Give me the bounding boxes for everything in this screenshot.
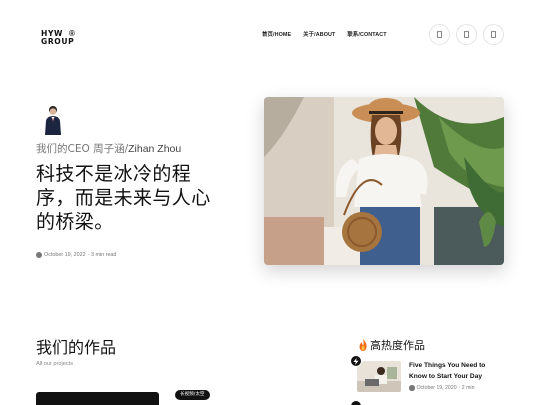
hero-image[interactable] — [264, 97, 504, 265]
lightning-badge-2 — [350, 400, 362, 405]
nav-contact[interactable]: 联系/CONTACT — [347, 30, 386, 38]
brand-logo[interactable]: HYW ® GROUP — [41, 29, 81, 46]
logo-text-line2: GROUP — [41, 37, 75, 46]
social-icon-3 — [491, 31, 496, 38]
lightning-icon — [353, 357, 359, 365]
project-card[interactable] — [36, 392, 159, 405]
clock-icon — [36, 252, 42, 258]
social-button-2[interactable] — [456, 24, 477, 45]
hero-read-time: · 3 min read — [87, 252, 117, 258]
main-nav: 首页/HOME 关于/ABOUT 联系/CONTACT — [262, 30, 387, 38]
ceo-prefix: 我们的CEO 周子涵/ — [36, 143, 129, 155]
ceo-intro: 我们的CEO 周子涵/Zihan Zhou — [36, 141, 181, 156]
hot-post-meta: October 19, 2020 - 2 min — [409, 385, 474, 391]
clock-icon — [409, 385, 415, 391]
social-icon-2 — [464, 31, 469, 38]
hot-post-thumbnail[interactable] — [357, 361, 401, 392]
hot-title-text: 高热度作品 — [370, 339, 425, 352]
hero-headline: 科技不是冰冷的程序，而是未来与人心的桥梁。 — [36, 163, 211, 233]
lightning-badge — [350, 355, 362, 367]
nav-home[interactable]: 首页/HOME — [262, 30, 291, 38]
hero-meta: October 19, 2022 · 3 min read — [36, 252, 116, 258]
project-tag[interactable]: 长视频/太空 — [175, 390, 210, 400]
social-button-1[interactable] — [429, 24, 450, 45]
social-button-3[interactable] — [483, 24, 504, 45]
fire-icon — [359, 339, 367, 351]
post-photo — [357, 361, 401, 392]
social-icon-1 — [437, 31, 442, 38]
hero-date: October 19, 2022 — [44, 252, 86, 258]
ceo-name: Zihan Zhou — [128, 143, 182, 155]
woman-with-hat-photo — [264, 97, 504, 265]
ceo-avatar — [45, 106, 61, 135]
hot-post-title[interactable]: Five Things You Need to Know to Start Yo… — [409, 360, 505, 382]
works-subtitle: All our projects — [36, 361, 73, 367]
hot-title: 高热度作品 — [358, 337, 425, 353]
nav-about[interactable]: 关于/ABOUT — [303, 30, 335, 38]
hot-post-date: October 19, 2020 — [416, 385, 457, 391]
works-title: 我们的作品 — [36, 338, 117, 357]
hot-post-read: - 2 min — [458, 385, 475, 391]
